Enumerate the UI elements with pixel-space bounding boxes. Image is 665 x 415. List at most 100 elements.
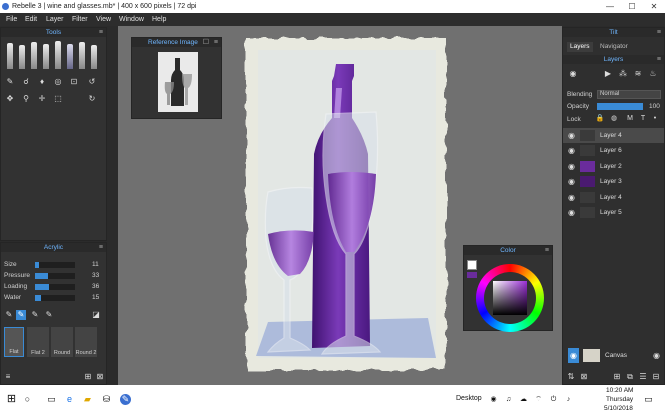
- mask-icon[interactable]: M: [625, 114, 635, 124]
- blow-icon[interactable]: ◎: [53, 77, 63, 87]
- primary-color-swatch[interactable]: [467, 260, 477, 270]
- transform-icon[interactable]: ✛: [37, 94, 47, 104]
- layer-row[interactable]: ◉ Layer 6: [563, 143, 664, 158]
- brush-preset-round[interactable]: Round: [51, 327, 73, 357]
- menu-icon[interactable]: ≡: [657, 28, 661, 37]
- tab-navigator[interactable]: Navigator: [597, 42, 631, 52]
- opacity-slider[interactable]: [597, 103, 643, 110]
- menu-icon[interactable]: ≡: [545, 246, 549, 255]
- brush-tool-1[interactable]: [7, 43, 13, 69]
- water-drop-icon[interactable]: ♦: [37, 77, 47, 87]
- volume-icon[interactable]: ♫: [503, 394, 514, 405]
- dry-icon[interactable]: ≋: [633, 69, 643, 79]
- eye-icon[interactable]: ◉: [568, 190, 575, 205]
- tab-layers[interactable]: Layers: [567, 42, 593, 52]
- rebelle-taskbar-icon[interactable]: ✎: [120, 394, 131, 405]
- move-icon[interactable]: ✥: [5, 94, 15, 104]
- menu-layer[interactable]: Layer: [46, 13, 64, 26]
- eye-icon[interactable]: ◉: [568, 159, 575, 174]
- eye-settings-icon[interactable]: ◉: [568, 69, 578, 79]
- menu-icon[interactable]: ≡: [99, 28, 103, 37]
- notification-icon[interactable]: ▭: [643, 394, 654, 405]
- wifi-icon[interactable]: ⌔: [533, 394, 544, 405]
- menu-icon[interactable]: ≡: [657, 55, 661, 64]
- network-icon[interactable]: ◉: [488, 394, 499, 405]
- pressure-slider-row[interactable]: Pressure 33: [4, 272, 106, 280]
- layer-row[interactable]: ◉ Layer 2: [563, 159, 664, 174]
- selection-icon[interactable]: ⬚: [53, 94, 63, 104]
- menu-view[interactable]: View: [96, 13, 111, 26]
- lock-alpha-icon[interactable]: ◍: [609, 114, 619, 124]
- brush-tool-3[interactable]: [31, 42, 37, 69]
- minimize-button[interactable]: —: [599, 0, 621, 13]
- brush-preset-flat2[interactable]: Flat 2: [27, 327, 49, 357]
- file-explorer-icon[interactable]: ▰: [82, 394, 93, 405]
- sort-icon[interactable]: ⇅: [566, 372, 576, 382]
- cortana-icon[interactable]: ○: [22, 394, 33, 405]
- pen-icon[interactable]: ✎: [30, 310, 40, 320]
- saturation-square[interactable]: [493, 281, 527, 315]
- tray-icon[interactable]: ☁: [518, 394, 529, 405]
- smudge-icon[interactable]: ☌: [21, 77, 31, 87]
- add-layer-icon[interactable]: ⊞: [612, 372, 622, 382]
- pen-alt-icon[interactable]: ✎: [44, 310, 54, 320]
- size-slider[interactable]: [35, 262, 75, 268]
- loading-slider[interactable]: [35, 284, 75, 290]
- menu-help[interactable]: Help: [152, 13, 166, 26]
- redo-icon[interactable]: ↻: [87, 94, 97, 104]
- edge-icon[interactable]: e: [64, 394, 75, 405]
- eye-icon[interactable]: ◉: [568, 128, 575, 143]
- menu-icon[interactable]: ≡: [214, 38, 218, 47]
- settings-icon[interactable]: ≡: [3, 372, 13, 382]
- eye-icon[interactable]: ◉: [568, 205, 575, 220]
- size-slider-row[interactable]: Size 11: [4, 261, 106, 269]
- text-icon[interactable]: T: [638, 114, 648, 124]
- color-wheel[interactable]: [476, 264, 544, 332]
- layer-row[interactable]: ◉ Layer 4: [563, 128, 664, 143]
- eyedropper-icon[interactable]: ⚲: [21, 94, 31, 104]
- brush-preset-flat[interactable]: Flat: [4, 327, 24, 357]
- crop-icon[interactable]: ⊡: [69, 77, 79, 87]
- brush-tool-7[interactable]: [79, 42, 85, 69]
- water-slider-row[interactable]: Water 15: [4, 294, 106, 302]
- power-icon[interactable]: ⏻: [548, 394, 559, 405]
- menu-icon[interactable]: ≡: [99, 243, 103, 252]
- dot-icon[interactable]: •: [650, 114, 660, 124]
- pencil-icon[interactable]: ✎: [5, 77, 15, 87]
- eye-icon[interactable]: ◉: [568, 348, 579, 363]
- brush-tool-5[interactable]: [55, 41, 61, 69]
- rotate-icon[interactable]: ↺: [87, 77, 97, 87]
- play-icon[interactable]: ▶: [603, 69, 613, 79]
- store-icon[interactable]: ⛁: [101, 394, 112, 405]
- brush-preset-round2[interactable]: Round 2: [75, 327, 97, 357]
- menu-file[interactable]: File: [6, 13, 17, 26]
- duplicate-layer-icon[interactable]: ⧉: [625, 372, 635, 382]
- secondary-color-swatch[interactable]: [467, 272, 477, 278]
- layer-row[interactable]: ◉ Layer 5: [563, 205, 664, 220]
- canvas-layer-row[interactable]: ◉ Canvas ◉: [563, 348, 664, 364]
- close-button[interactable]: ✕: [643, 0, 665, 13]
- eye-icon[interactable]: ◉: [568, 143, 575, 158]
- layer-row[interactable]: ◉ Layer 3: [563, 174, 664, 189]
- loading-slider-row[interactable]: Loading 36: [4, 283, 106, 291]
- brush-tool-6[interactable]: [67, 44, 73, 69]
- maximize-button[interactable]: ☐: [621, 0, 643, 13]
- delete-preset-icon[interactable]: ⊠: [95, 372, 105, 382]
- delete-layer-icon[interactable]: ⊠: [579, 372, 589, 382]
- blending-select[interactable]: Normal: [597, 90, 661, 99]
- menu-edit[interactable]: Edit: [25, 13, 37, 26]
- desktop-label[interactable]: Desktop: [456, 395, 482, 402]
- layer-row[interactable]: ◉ Layer 4: [563, 190, 664, 205]
- canvas-settings-icon[interactable]: ◉: [653, 348, 660, 363]
- water-slider[interactable]: [35, 295, 75, 301]
- eye-icon[interactable]: ◉: [568, 174, 575, 189]
- speaker-icon[interactable]: ♪: [563, 394, 574, 405]
- eraser-icon[interactable]: ◪: [91, 310, 101, 320]
- layer-menu-icon[interactable]: ⊟: [651, 372, 661, 382]
- dots-icon[interactable]: ⁂: [618, 69, 628, 79]
- brush-tool-4[interactable]: [43, 44, 49, 69]
- windows-start-icon[interactable]: ⊞: [6, 394, 17, 405]
- pressure-slider[interactable]: [35, 273, 75, 279]
- menu-window[interactable]: Window: [119, 13, 144, 26]
- brush-tool-2[interactable]: [19, 45, 25, 69]
